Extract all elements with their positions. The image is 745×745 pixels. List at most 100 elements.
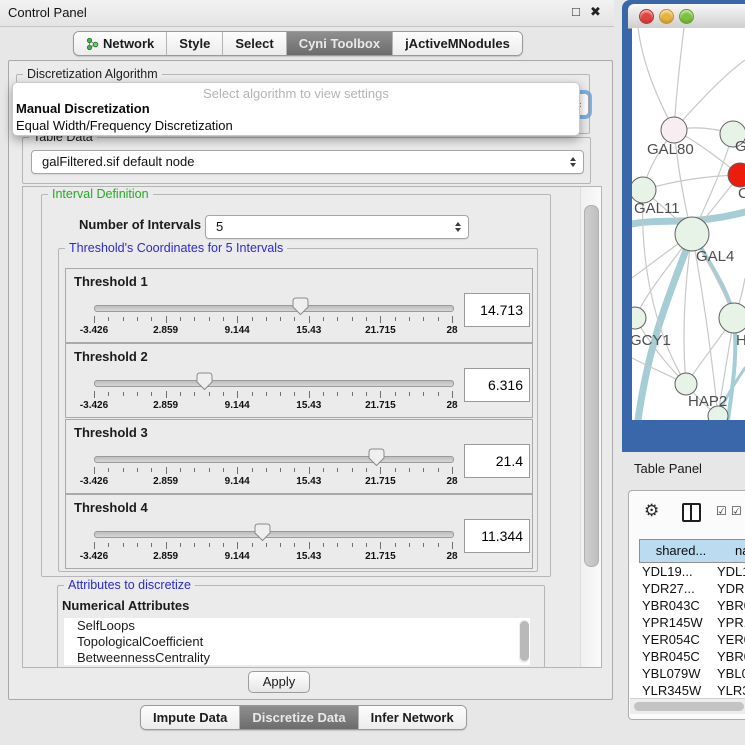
close-traffic-light-icon[interactable] (639, 9, 654, 24)
cell-name: YBR0 (717, 648, 745, 665)
slider-tick (323, 392, 324, 396)
threshold-value-field[interactable]: 11.344 (464, 519, 530, 553)
numerical-attributes-list[interactable]: SelfLoopsTopologicalCoefficientBetweenne… (64, 618, 530, 665)
slider-thumb[interactable] (254, 523, 271, 542)
minimize-traffic-light-icon[interactable] (659, 9, 674, 24)
settings-scroll-viewport: Interval Definition Number of Intervals … (22, 186, 602, 668)
slider-tick (194, 468, 195, 472)
attribute-list-item[interactable]: BetweennessCentrality (64, 650, 530, 665)
select-rows-icon[interactable]: ☑ (731, 504, 742, 518)
slider-thumb[interactable] (292, 297, 309, 316)
threshold-value-field[interactable]: 14.713 (464, 293, 530, 327)
tab-network[interactable]: Network (74, 32, 166, 55)
table-row[interactable]: YPR145WYPR1 (632, 614, 745, 631)
attribute-list-item[interactable]: SelfLoops (64, 618, 530, 634)
slider-tick-label: -3.426 (72, 476, 116, 487)
threshold-row-2: Threshold 2-3.4262.8599.14415.4321.71528… (65, 343, 533, 418)
network-window-titlebar[interactable] (628, 4, 745, 29)
tab-infer-network[interactable]: Infer Network (358, 706, 466, 729)
tab-discretize-data[interactable]: Discretize Data (239, 706, 357, 729)
threshold-value-field[interactable]: 6.316 (464, 368, 530, 402)
tab-jactivemnodules[interactable]: jActiveMNodules (392, 32, 522, 55)
network-node[interactable] (728, 163, 745, 187)
table-row[interactable]: YBL079WYBL0 (632, 665, 745, 682)
table-row[interactable]: YER054CYER0 (632, 631, 745, 648)
attributes-group: Attributes to discretize Numerical Attri… (57, 585, 545, 668)
slider-thumb[interactable] (368, 448, 385, 467)
select-columns-icon[interactable]: ☑ (716, 504, 727, 518)
tab-cyni-toolbox[interactable]: Cyni Toolbox (286, 32, 392, 55)
network-node-label: G (735, 138, 745, 155)
network-node[interactable] (675, 217, 709, 251)
table-hscrollbar-thumb[interactable] (634, 702, 744, 711)
algorithm-popup-item[interactable]: Equal Width/Frequency Discretization (16, 118, 233, 133)
slider-track[interactable] (94, 531, 454, 538)
table-row[interactable]: YBR043CYBR0 (632, 597, 745, 614)
slider-tick (94, 316, 95, 323)
gear-icon[interactable]: ⚙ (644, 501, 659, 521)
slider-tick-label: 9.144 (215, 551, 259, 562)
table-row[interactable]: YLR345WYLR3 (632, 682, 745, 699)
close-window-icon[interactable]: ✖ (590, 4, 601, 20)
network-node[interactable] (675, 373, 697, 395)
node-table-body[interactable]: YDL19... YDL1YDR27...YDR2YBR043CYBR0YPR14… (630, 563, 745, 699)
network-canvas[interactable]: GAL80GCGAL11GAL4GCY1HHAP2 (632, 28, 745, 420)
network-node-label: GAL11 (634, 200, 680, 217)
table-hscrollbar[interactable] (630, 698, 745, 714)
slider-tick (294, 317, 295, 321)
slider-tick-label: 21.715 (358, 476, 402, 487)
split-table-icon[interactable] (682, 503, 701, 522)
cell-shared-name: YDL19... (642, 563, 693, 580)
slider-tick (209, 392, 210, 396)
network-node[interactable] (632, 307, 646, 329)
network-node[interactable] (661, 117, 687, 143)
attribute-list-item[interactable]: TopologicalCoefficient (64, 634, 530, 650)
column-header-name[interactable]: na (722, 539, 745, 563)
slider-tick-label: 21.715 (358, 551, 402, 562)
zoom-traffic-light-icon[interactable] (679, 9, 694, 24)
slider-track[interactable] (94, 456, 454, 463)
table-data-combobox[interactable]: galFiltered.sif default node (31, 150, 584, 174)
slider-track[interactable] (94, 380, 454, 387)
tab-label: jActiveMNodules (405, 36, 510, 51)
slider-tick-label: 15.43 (287, 476, 331, 487)
float-window-icon[interactable]: □ (572, 4, 580, 19)
settings-scrollbar-track[interactable] (580, 187, 601, 667)
slider-tick (194, 392, 195, 396)
tab-select[interactable]: Select (222, 32, 285, 55)
threshold-value-field[interactable]: 21.4 (464, 444, 530, 478)
tab-style[interactable]: Style (166, 32, 222, 55)
slider-tick-label: 15.43 (287, 551, 331, 562)
table-row[interactable]: YBR045CYBR0 (632, 648, 745, 665)
cell-name: YDL1 (717, 563, 745, 580)
tab-label: Select (235, 36, 273, 51)
slider-track[interactable] (94, 305, 454, 312)
slider-tick (166, 467, 167, 474)
network-node-label: HAP2 (688, 393, 727, 410)
attributes-scrollbar[interactable] (519, 620, 529, 663)
interval-definition-group: Interval Definition Number of Intervals … (41, 194, 551, 577)
table-row[interactable]: YDL19... YDL1 (632, 563, 745, 580)
number-of-intervals-combobox[interactable]: 5 (205, 215, 469, 239)
tab-impute-data[interactable]: Impute Data (141, 706, 239, 729)
network-node[interactable] (719, 303, 745, 333)
slider-tick (337, 543, 338, 547)
network-node-label: GAL4 (696, 248, 734, 265)
slider-tick (252, 468, 253, 472)
slider-tick (409, 392, 410, 396)
cell-name: YPR1 (717, 614, 745, 631)
algorithm-popup-item[interactable]: Manual Discretization (16, 101, 150, 116)
table-row[interactable]: YDR27...YDR2 (632, 580, 745, 597)
slider-tick (237, 391, 238, 398)
column-header-shared-name[interactable]: shared... (639, 539, 723, 563)
slider-tick (352, 317, 353, 321)
apply-button[interactable]: Apply (248, 671, 310, 693)
cell-shared-name: YER054C (642, 631, 700, 648)
slider-thumb[interactable] (196, 372, 213, 391)
settings-scrollbar-thumb[interactable] (584, 205, 599, 567)
network-view-window[interactable]: GAL80GCGAL11GAL4GCY1HHAP2 (622, 0, 745, 452)
slider-tick-label: 21.715 (358, 325, 402, 336)
slider-tick (380, 542, 381, 549)
tab-label: Discretize Data (252, 710, 345, 725)
slider-tick (237, 542, 238, 549)
